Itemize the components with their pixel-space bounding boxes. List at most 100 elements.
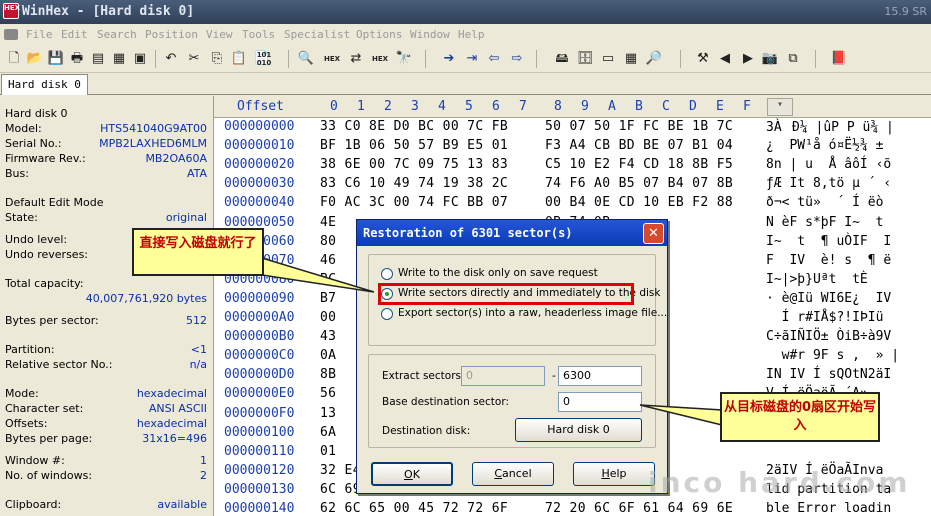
winhex-app-icon[interactable]: HEX <box>3 3 20 19</box>
base-destination-input[interactable]: 0 <box>558 392 642 412</box>
ram-icon[interactable]: ▭ <box>599 50 617 68</box>
find-text-icon[interactable]: 🔍 <box>297 50 315 68</box>
row-offset: 000000100 <box>224 424 295 440</box>
radio-export-image[interactable] <box>381 308 393 320</box>
base-destination-label: Base destination sector: <box>382 396 509 408</box>
info-value-total-capacity: 40,007,761,920 bytes <box>85 292 207 305</box>
info-label-window-no: Window #: <box>5 454 65 467</box>
extract-dash: - <box>552 370 556 382</box>
radio-export-image-label[interactable]: Export sector(s) into a raw, headerless … <box>398 307 667 319</box>
row-ascii: N èF s*þF I~ t <box>766 214 884 230</box>
row-hex-left: 62 6C 65 00 45 72 72 6F <box>320 501 509 516</box>
row-hex-left: 56 <box>320 386 337 402</box>
new-file-icon[interactable]: 🗋 <box>5 50 23 68</box>
column-header: B <box>635 99 643 114</box>
menu-window[interactable]: Window <box>410 28 450 41</box>
replace-text-icon[interactable]: ⇄ <box>347 50 365 68</box>
forward-icon[interactable]: ⇨ <box>508 50 526 68</box>
info-label-undo-reverses: Undo reverses: <box>5 248 89 261</box>
info-label-no-of-windows: No. of windows: <box>5 469 93 482</box>
row-hex-right: C5 10 E2 F4 CD 18 8B F5 <box>545 157 734 173</box>
info-label-charset: Character set: <box>5 402 84 415</box>
column-header: 3 <box>411 99 419 114</box>
prev-page-icon[interactable]: ◀ <box>716 50 734 68</box>
tools-icon[interactable]: ⚒ <box>694 50 712 68</box>
goto-offset-icon[interactable]: ➔ <box>440 50 458 68</box>
find-hex-icon[interactable]: HEX <box>323 50 341 68</box>
ok-button[interactable]: OK <box>371 462 453 486</box>
row-offset: 000000030 <box>224 176 295 192</box>
analyze-icon[interactable]: 🔎 <box>645 50 663 68</box>
find-again-icon[interactable]: 🔭 <box>395 50 413 68</box>
row-hex-right: 72 20 6C 6F 61 64 69 6E <box>545 501 734 516</box>
save-all-icon[interactable]: ▦ <box>110 50 128 68</box>
row-offset: 000000010 <box>224 138 295 154</box>
properties-icon[interactable]: ▤ <box>89 50 107 68</box>
copy-sector-icon[interactable]: ⧉ <box>784 50 802 68</box>
row-offset: 0000000D0 <box>224 367 295 383</box>
menu-file[interactable]: File <box>26 28 53 41</box>
binary-icon[interactable]: 101 010 <box>255 50 273 68</box>
row-ascii: ƒÆ It 8,tö µ ´ ‹ <box>766 176 892 192</box>
row-hex-left: 38 6E 00 7C 09 75 13 83 <box>320 157 509 173</box>
copy-icon[interactable]: ⎘ <box>208 50 226 68</box>
menu-specialist[interactable]: Specialist <box>284 28 350 41</box>
cancel-button[interactable]: Cancel <box>472 462 554 486</box>
next-page-icon[interactable]: ▶ <box>739 50 757 68</box>
replace-hex-icon[interactable]: HEX <box>371 50 389 68</box>
info-label-relative-sector: Relative sector No.: <box>5 358 113 371</box>
info-value-relative-sector: n/a <box>189 358 207 371</box>
goto-sector-icon[interactable]: ⇥ <box>463 50 481 68</box>
menu-bar: File Edit Search Position View Tools Spe… <box>0 24 931 45</box>
row-hex-left: 0A <box>320 348 337 364</box>
menu-edit[interactable]: Edit <box>61 28 88 41</box>
row-hex-left: 6A <box>320 424 337 440</box>
print-icon[interactable]: 🖶 <box>68 50 86 68</box>
radio-write-on-save[interactable] <box>381 268 393 280</box>
menu-view[interactable]: View <box>206 28 233 41</box>
menu-search[interactable]: Search <box>97 28 137 41</box>
row-hex-left: BC <box>320 271 337 287</box>
cut-icon[interactable]: ✂ <box>185 50 203 68</box>
menu-help[interactable]: Help <box>458 28 485 41</box>
extract-to-input[interactable]: 6300 <box>558 366 642 386</box>
chevron-down-icon[interactable]: ▾ <box>767 98 793 116</box>
info-label-state: State: <box>5 211 38 224</box>
back-icon[interactable]: ⇦ <box>485 50 503 68</box>
info-value-partition: <1 <box>190 343 207 356</box>
open-folder-icon[interactable]: 📂 <box>26 50 44 68</box>
destination-disk-label: Destination disk: <box>382 425 471 437</box>
row-hex-left: 01 <box>320 443 337 459</box>
radio-write-on-save-label[interactable]: Write to the disk only on save request <box>398 267 598 279</box>
menu-tools[interactable]: Tools <box>242 28 275 41</box>
close-file-icon[interactable]: ▣ <box>131 50 149 68</box>
row-offset: 0000000B0 <box>224 329 295 345</box>
undo-icon[interactable]: ↶ <box>162 50 180 68</box>
row-ascii: C÷ãIÑIÖ± ÒiB÷à9V <box>766 329 892 345</box>
open-disk-icon[interactable]: 🖴 <box>553 50 571 68</box>
destination-disk-button[interactable]: Hard disk 0 <box>515 418 642 442</box>
close-icon[interactable]: ✕ <box>643 223 664 244</box>
info-label-offsets: Offsets: <box>5 417 48 430</box>
row-ascii: · è@Iü WI6E¿ IV <box>766 290 892 306</box>
save-icon[interactable]: 💾 <box>47 50 65 68</box>
extract-from-input[interactable]: 0 <box>461 366 545 386</box>
help-book-icon[interactable]: 📕 <box>830 50 848 68</box>
menu-position[interactable]: Position <box>145 28 198 41</box>
disk-tools-icon[interactable]: 🗄 <box>576 50 594 68</box>
offset-header: Offset <box>237 99 284 114</box>
column-header: 5 <box>465 99 473 114</box>
info-panel: Hard disk 0 Model: HTS541040G9AT00 Seria… <box>0 96 214 516</box>
info-label-serial: Serial No.: <box>5 137 62 150</box>
system-menu-icon[interactable] <box>4 29 18 40</box>
calculator-icon[interactable]: ▦ <box>622 50 640 68</box>
tab-hard-disk-0[interactable]: Hard disk 0 <box>1 74 88 95</box>
row-offset: 000000130 <box>224 481 295 497</box>
menu-options[interactable]: Options <box>356 28 402 41</box>
paste-icon[interactable]: 📋 <box>230 50 248 68</box>
info-value-bus: ATA <box>186 167 207 180</box>
info-label-total-capacity: Total capacity: <box>5 277 84 290</box>
help-button[interactable]: Help <box>573 462 655 486</box>
info-value-model: HTS541040G9AT00 <box>100 122 207 135</box>
camera-icon[interactable]: 📷 <box>761 50 779 68</box>
